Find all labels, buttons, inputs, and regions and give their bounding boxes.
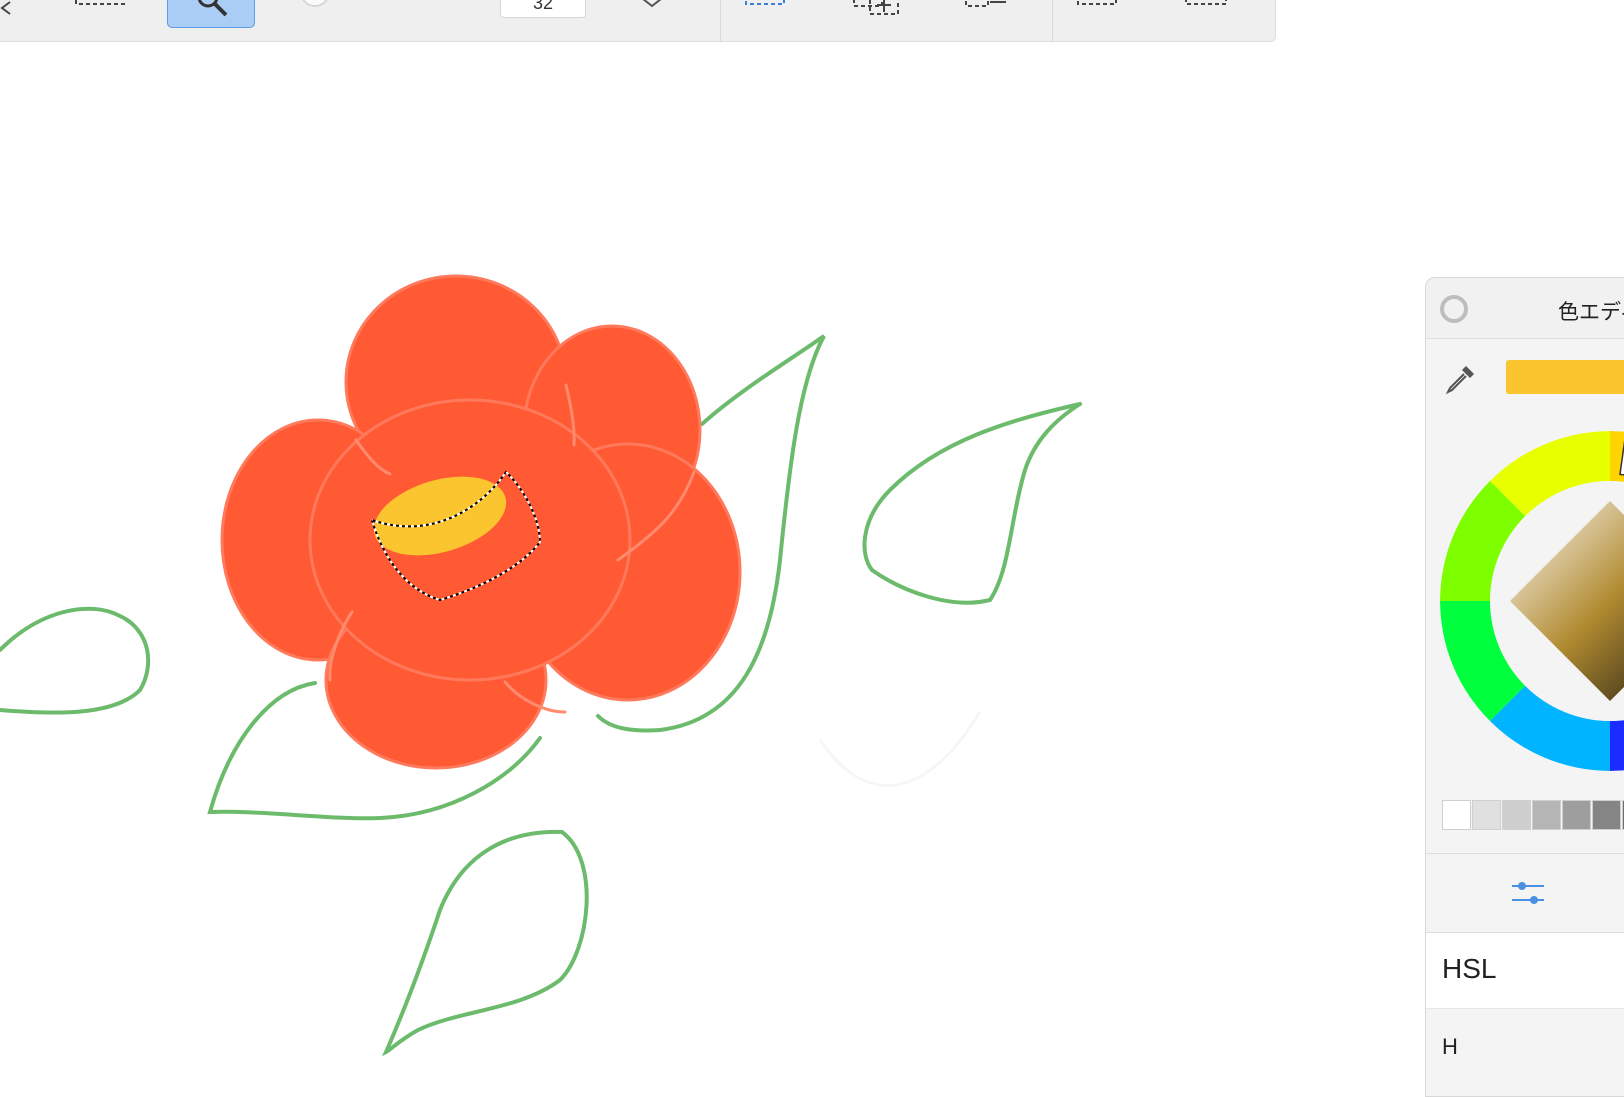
subtract-from-selection-icon[interactable] — [962, 0, 1010, 28]
rectangle-selection-tool[interactable] — [70, 0, 130, 28]
add-to-selection-icon[interactable] — [850, 0, 906, 28]
toolbar-divider — [720, 0, 721, 42]
color-mode-row[interactable]: HSL — [1426, 933, 1624, 1009]
swatch[interactable] — [1532, 800, 1561, 830]
brush-size-field[interactable]: 32 — [500, 0, 586, 18]
gray-swatch-strip — [1442, 800, 1624, 830]
shape-selection-icon[interactable] — [630, 0, 674, 28]
swatch[interactable] — [1502, 800, 1531, 830]
drawing-canvas[interactable] — [0, 42, 1420, 1084]
panel-close-icon[interactable] — [1438, 293, 1470, 325]
current-color-swatch[interactable] — [1506, 360, 1624, 394]
top-toolbar: 32 — [0, 0, 1276, 42]
new-selection-icon[interactable] — [742, 0, 788, 28]
panel-header: 色エディ — [1426, 278, 1624, 339]
deselect-icon[interactable] — [1182, 0, 1230, 28]
back-arrow-icon[interactable] — [0, 0, 24, 28]
color-wheel[interactable] — [1440, 431, 1624, 776]
hue-label: H — [1442, 1034, 1458, 1059]
color-editor-panel: 色エディ — [1425, 277, 1624, 1097]
intersect-selection-icon[interactable] — [1074, 0, 1120, 28]
swatch[interactable] — [1562, 800, 1591, 830]
artwork — [0, 274, 1082, 1057]
swatch[interactable] — [1592, 800, 1621, 830]
ellipse-option-icon[interactable] — [295, 0, 335, 28]
color-mode-label: HSL — [1442, 953, 1497, 984]
eyedropper-icon[interactable] — [1444, 362, 1478, 396]
panel-tabs — [1426, 853, 1624, 933]
swatch[interactable] — [1472, 800, 1501, 830]
sliders-icon[interactable] — [1508, 878, 1548, 908]
panel-title: 色エディ — [1558, 300, 1624, 324]
magic-wand-tool[interactable] — [167, 0, 255, 28]
toolbar-divider — [1052, 0, 1053, 42]
swatch[interactable] — [1442, 800, 1471, 830]
